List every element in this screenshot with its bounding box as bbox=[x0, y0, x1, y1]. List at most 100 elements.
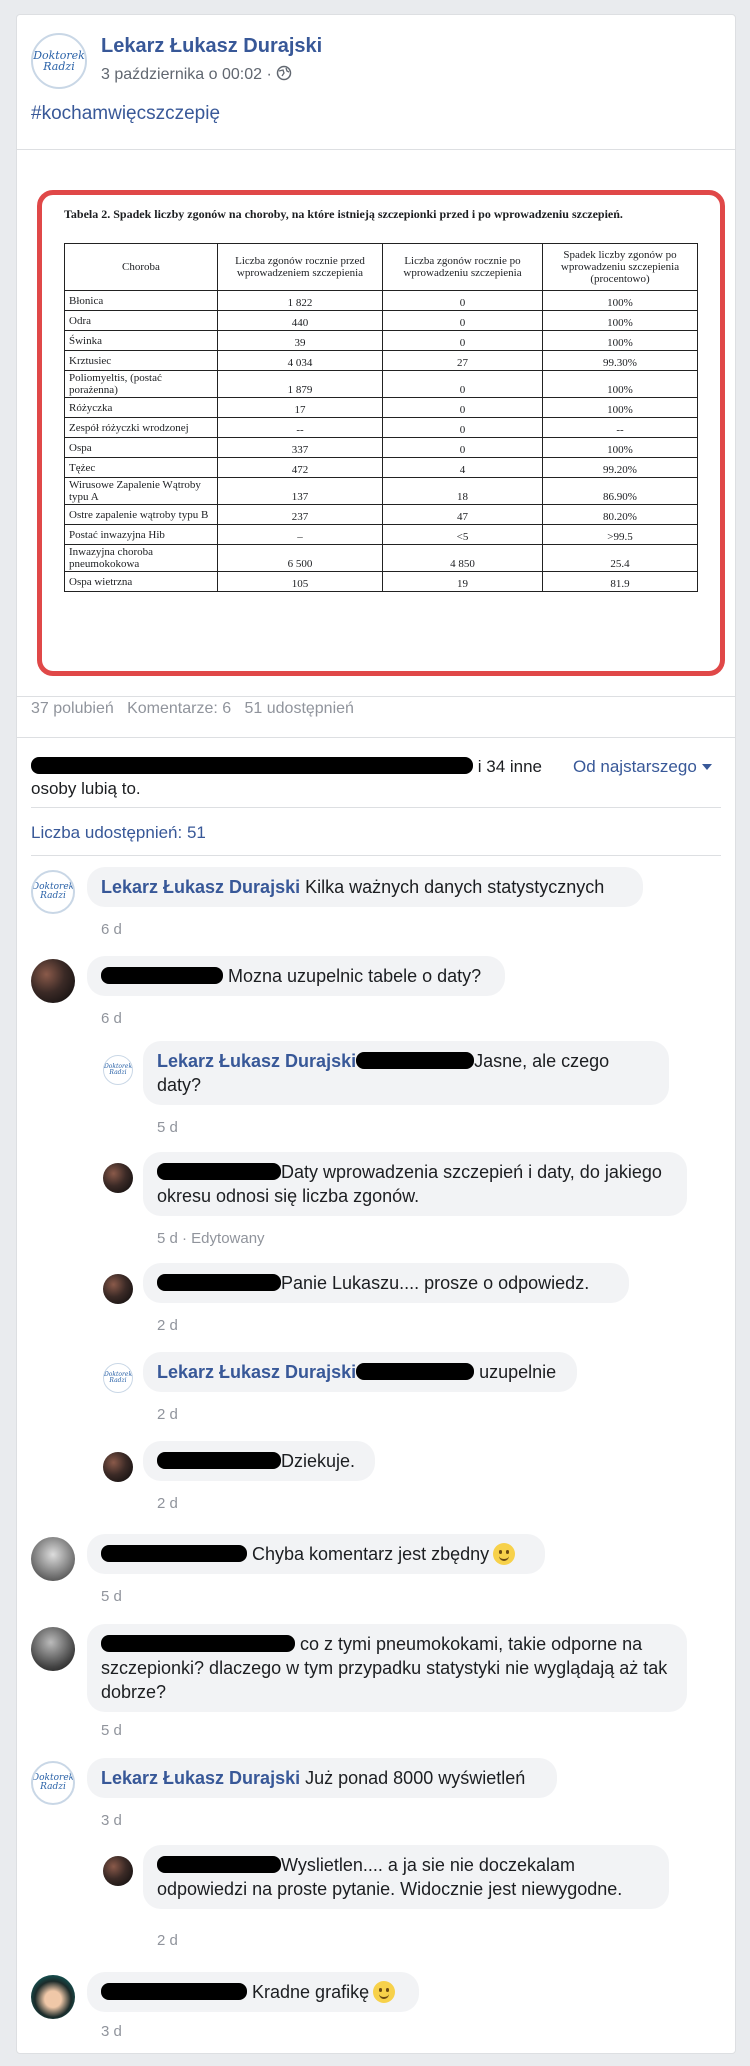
value-cell: 100% bbox=[542, 290, 698, 311]
comment-time[interactable]: 2 d bbox=[157, 1495, 178, 1512]
comment-time[interactable]: 6 d bbox=[101, 921, 122, 938]
commenter-avatar[interactable] bbox=[31, 1627, 75, 1671]
value-cell: 100% bbox=[542, 330, 698, 351]
commenter-avatar[interactable]: Doktorek Radzi bbox=[31, 870, 75, 914]
reaction-stats: 37 polubień Komentarze: 6 51 udostępnień bbox=[31, 700, 354, 718]
smile-emoji-icon bbox=[493, 1543, 516, 1565]
commenter-avatar[interactable]: Doktorek Radzi bbox=[31, 1761, 75, 1805]
value-cell: -- bbox=[542, 417, 698, 438]
value-cell: 81.9 bbox=[542, 571, 698, 592]
disease-cell: Ospa bbox=[64, 437, 218, 458]
table-header: Choroba bbox=[64, 243, 218, 291]
commenter-avatar[interactable]: Doktorek Radzi bbox=[103, 1363, 133, 1393]
shares-count[interactable]: 51 udostępnień bbox=[245, 700, 354, 717]
value-cell: 1 822 bbox=[217, 290, 383, 311]
comment-time[interactable]: 5 d bbox=[101, 1722, 122, 1739]
comment-time[interactable]: 5 d · Edytowany bbox=[157, 1230, 265, 1247]
post-hashtag[interactable]: #kochamwięcszczepię bbox=[31, 103, 220, 125]
comment-time[interactable]: 5 d bbox=[101, 1588, 122, 1605]
redacted-name bbox=[157, 1163, 281, 1180]
commenter-avatar[interactable] bbox=[31, 959, 75, 1003]
comment-author[interactable]: Lekarz Łukasz Durajski bbox=[157, 1051, 356, 1071]
table-row: Tężec 472 4 99.20% bbox=[64, 457, 698, 478]
comment-time[interactable]: 6 d bbox=[101, 1010, 122, 1027]
avatar-logo: Doktorek Radzi bbox=[103, 1063, 133, 1076]
comments-count[interactable]: Komentarze: 6 bbox=[127, 700, 231, 717]
value-cell: 0 bbox=[382, 437, 543, 458]
value-cell: 100% bbox=[542, 370, 698, 398]
comment-bubble: Lekarz Łukasz Durajski Jasne, ale czego d… bbox=[143, 1041, 669, 1105]
commenter-avatar[interactable] bbox=[103, 1163, 133, 1193]
commenter-avatar[interactable] bbox=[103, 1856, 133, 1886]
disease-cell: Wirusowe Zapalenie Wątroby typu A bbox=[64, 477, 218, 505]
comment-time[interactable]: 2 d bbox=[157, 1406, 178, 1423]
comment-time[interactable]: 2 d bbox=[157, 1317, 178, 1334]
post-timestamp[interactable]: 3 października o 00:02 · bbox=[101, 66, 272, 83]
likes-count[interactable]: 37 polubień bbox=[31, 700, 114, 717]
table-row: Odra 440 0 100% bbox=[64, 310, 698, 331]
comment-time[interactable]: 5 d bbox=[157, 1119, 178, 1136]
value-cell: 4 850 bbox=[382, 544, 543, 572]
comment-time[interactable]: 2 d bbox=[157, 1932, 178, 1949]
avatar-logo: Doktorek Radzi bbox=[103, 1371, 133, 1384]
disease-cell: Ostre zapalenie wątroby typu B bbox=[64, 504, 218, 525]
sort-dropdown[interactable]: Od najstarszego bbox=[573, 757, 712, 777]
comment-author[interactable]: Lekarz Łukasz Durajski bbox=[101, 877, 300, 897]
comment-text: Chyba komentarz jest zbędny bbox=[252, 1544, 490, 1564]
value-cell: 100% bbox=[542, 397, 698, 418]
comment-time[interactable]: 3 d bbox=[101, 1812, 122, 1829]
value-cell: 0 bbox=[382, 370, 543, 398]
table-row: Ostre zapalenie wątroby typu B 237 47 80.20… bbox=[64, 504, 698, 525]
value-cell: 0 bbox=[382, 330, 543, 351]
table-header-row: Choroba Liczba zgonów rocznie przed wpro… bbox=[64, 243, 698, 291]
table-row: Ospa wietrzna 105 19 81.9 bbox=[64, 571, 698, 592]
likers-row: i 34 inne bbox=[31, 755, 542, 779]
disease-cell: Postać inwazyjna Hib bbox=[64, 524, 218, 545]
comment-author[interactable]: Lekarz Łukasz Durajski bbox=[101, 1768, 300, 1788]
globe-icon bbox=[276, 65, 292, 81]
comment-bubble: Lekarz Łukasz Durajski Kilka ważnych dan… bbox=[87, 867, 643, 907]
disease-cell: Świnka bbox=[64, 330, 218, 351]
post-image[interactable]: Tabela 2. Spadek liczby zgonów na chorob… bbox=[17, 149, 735, 697]
value-cell: -- bbox=[217, 417, 383, 438]
post-author[interactable]: Lekarz Łukasz Durajski bbox=[101, 35, 322, 58]
table-title: Tabela 2. Spadek liczby zgonów na chorob… bbox=[64, 207, 623, 221]
commenter-avatar[interactable] bbox=[103, 1274, 133, 1304]
disease-cell: Błonica bbox=[64, 290, 218, 311]
commenter-avatar[interactable]: Doktorek Radzi bbox=[103, 1055, 133, 1085]
value-cell: 1 879 bbox=[217, 370, 383, 398]
comment-author[interactable]: Lekarz Łukasz Durajski bbox=[157, 1362, 356, 1382]
value-cell: 440 bbox=[217, 310, 383, 331]
commenter-avatar[interactable] bbox=[31, 1537, 75, 1581]
redacted-name bbox=[101, 1545, 247, 1562]
value-cell: 100% bbox=[542, 310, 698, 331]
disease-cell: Odra bbox=[64, 310, 218, 331]
value-cell: 80.20% bbox=[542, 504, 698, 525]
disease-cell: Zespół różyczki wrodzonej bbox=[64, 417, 218, 438]
commenter-avatar[interactable] bbox=[103, 1452, 133, 1482]
sort-label: Od najstarszego bbox=[573, 757, 697, 776]
redacted-name bbox=[101, 967, 223, 984]
redacted-name bbox=[31, 757, 473, 774]
commenter-avatar[interactable] bbox=[31, 1975, 75, 2019]
value-cell: 0 bbox=[382, 397, 543, 418]
divider bbox=[17, 737, 735, 738]
comment-text: Kilka ważnych danych statystycznych bbox=[305, 877, 605, 897]
comment-text: Mozna uzupelnic tabele o daty? bbox=[228, 966, 482, 986]
value-cell: 0 bbox=[382, 290, 543, 311]
redacted-name bbox=[157, 1274, 281, 1291]
share-count-link[interactable]: Liczba udostępnień: 51 bbox=[31, 823, 206, 843]
table-header: Liczba zgonów rocznie przed wprowadzenie… bbox=[217, 243, 383, 291]
author-avatar[interactable]: Doktorek Radzi bbox=[31, 33, 87, 89]
comment-bubble: Dziekuje. bbox=[143, 1441, 375, 1481]
comment-bubble: Kradne grafikę bbox=[87, 1972, 419, 2012]
value-cell: 472 bbox=[217, 457, 383, 478]
likers-line2: osoby lubią to. bbox=[31, 779, 141, 798]
redacted-name bbox=[157, 1856, 281, 1873]
comment-bubble: Wyslietlen.... a ja sie nie doczekalam o… bbox=[143, 1845, 669, 1909]
disease-cell: Poliomyeltis, (postać porażenna) bbox=[64, 370, 218, 398]
value-cell: 100% bbox=[542, 437, 698, 458]
likers-suffix[interactable]: i 34 inne bbox=[478, 757, 542, 776]
redacted-name bbox=[101, 1635, 295, 1652]
comment-time[interactable]: 3 d bbox=[101, 2023, 122, 2040]
